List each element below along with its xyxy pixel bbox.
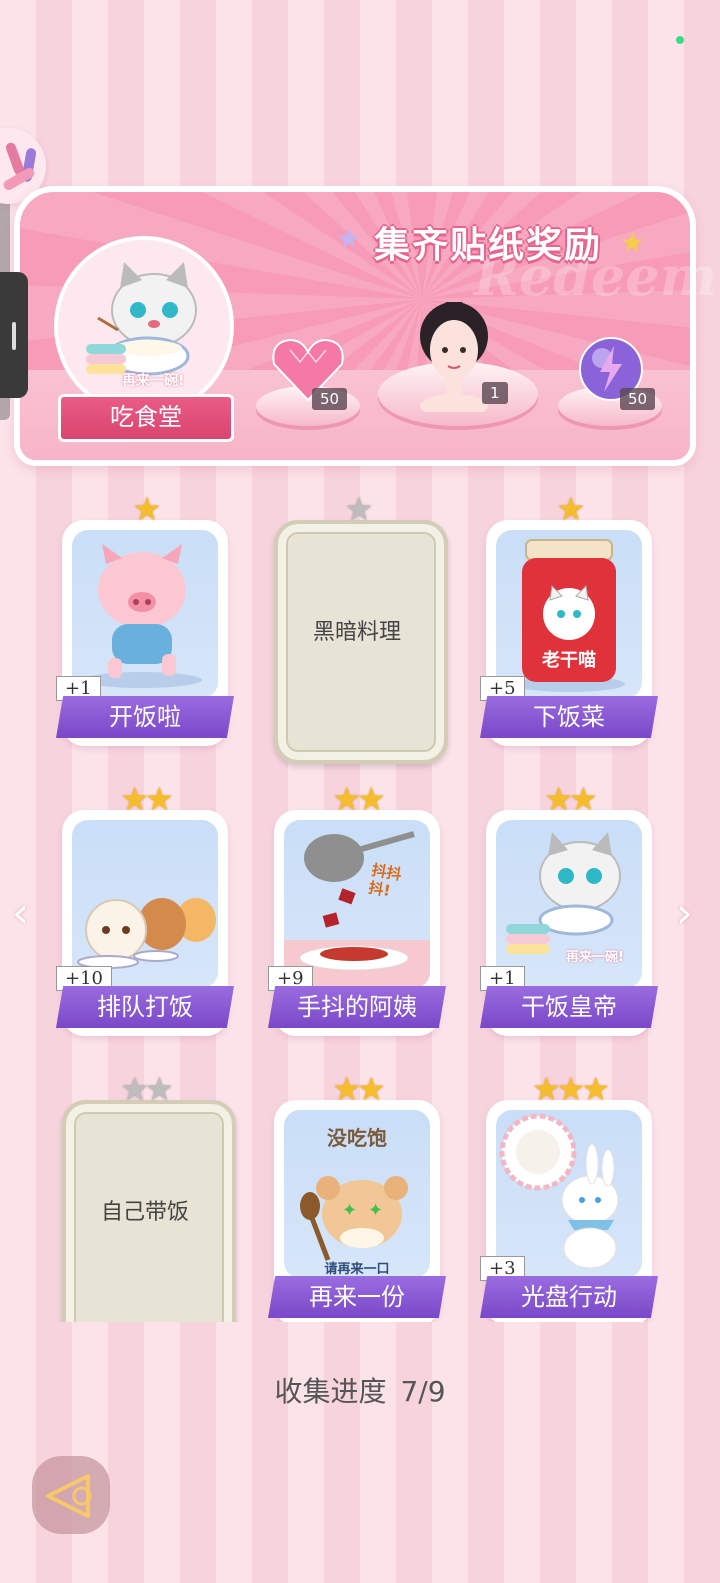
card-label: 黑暗料理 <box>312 620 401 645</box>
sticker-card-locked[interactable]: 自己带饭 ★★ <box>62 1072 236 1322</box>
sticker-card[interactable]: ★★★ +3 光盘行动 <box>480 1072 658 1322</box>
jar-label-text: 老干喵 <box>542 650 596 671</box>
card-label: 排队打饭 <box>56 986 234 1028</box>
star-icon: ★ <box>620 226 646 259</box>
cats-queue-art <box>72 820 218 988</box>
star-icon: ★ <box>344 490 374 528</box>
sticker-card[interactable]: 抖抖抖! ★★ +9 手抖的阿姨 <box>268 782 446 1036</box>
star-icon: ★ <box>332 780 361 818</box>
chili-jar-art <box>496 530 642 698</box>
star-icon: ★ <box>357 1070 386 1108</box>
star-icon: ★ <box>556 1070 586 1108</box>
sticker-card[interactable]: 再来一碗! ★★ +1 干饭皇帝 <box>480 782 658 1036</box>
card-label: 光盘行动 <box>480 1276 658 1318</box>
star-icon: ★ <box>336 222 362 255</box>
sticker-card[interactable]: ★ +1 开饭啦 <box>56 492 234 746</box>
card-label: 干饭皇帝 <box>480 986 658 1028</box>
back-arrow-icon <box>46 1474 92 1518</box>
star-icon: ★ <box>357 780 386 818</box>
card-label: 再来一份 <box>268 1276 446 1318</box>
card-stars: ★★ <box>62 1072 228 1106</box>
sticker-card-locked[interactable]: 黑暗料理 ★ <box>274 492 448 764</box>
card-stars: ★★ <box>486 782 652 816</box>
ladle-serving-art <box>284 820 430 988</box>
back-button[interactable] <box>32 1456 110 1534</box>
card-stars: ★★ <box>274 782 440 816</box>
art-caption: 再来一碗! <box>566 950 624 965</box>
art-caption: 请再来一口 <box>324 1262 390 1277</box>
progress-value: 7/9 <box>400 1375 446 1408</box>
running-pig-art <box>72 530 218 698</box>
card-stars: ★★★ <box>486 1072 652 1106</box>
card-label: 下饭菜 <box>480 696 658 738</box>
svg-text:✦: ✦ <box>368 1200 383 1221</box>
star-icon: ★ <box>120 1070 149 1108</box>
star-icon: ★ <box>120 780 149 818</box>
card-row-clip: 自己带饭 ★★ ✦ ✦ 没吃饱 请再来一口 ★★ 再来一份 ★★★ +3 光盘行… <box>0 1060 720 1322</box>
reward-count: 50 <box>312 388 348 410</box>
card-label: 开饭啦 <box>56 696 234 738</box>
banner-title: 集齐贴纸奖励 <box>374 225 603 266</box>
star-icon: ★ <box>581 1070 610 1108</box>
canteen-sticker-text: 再来一碗! <box>122 373 185 389</box>
star-icon: ★ <box>145 780 174 818</box>
canteen-label[interactable]: 吃食堂 <box>58 394 234 442</box>
bunny-plate-art <box>496 1110 642 1278</box>
star-icon: ★ <box>569 780 598 818</box>
star-icon: ★ <box>531 1070 561 1108</box>
sticker-card[interactable]: ✦ ✦ 没吃饱 请再来一口 ★★ 再来一份 <box>268 1072 446 1322</box>
card-stars: ★ <box>274 492 440 526</box>
svg-text:✦: ✦ <box>342 1200 357 1221</box>
collection-progress: 收集进度 7/9 <box>0 1370 720 1410</box>
next-page-arrow-icon[interactable]: › <box>676 888 693 937</box>
sticker-card[interactable]: 老干喵 ★ +5 下饭菜 <box>480 492 658 746</box>
card-stars: ★ <box>62 492 228 526</box>
sticker-reward-banner: Redeem ★ 集齐贴纸奖励 ★ 再来一碗! 吃食堂 50 1 50 <box>14 186 717 466</box>
reward-count: 50 <box>620 388 656 410</box>
side-drawer-handle[interactable] <box>0 272 28 398</box>
star-icon: ★ <box>556 490 586 528</box>
status-dot <box>676 36 684 44</box>
card-stars: ★★ <box>274 1072 440 1106</box>
card-label: 手抖的阿姨 <box>268 986 446 1028</box>
sticker-card[interactable]: ★★ +10 排队打饭 <box>56 782 234 1036</box>
card-stars: ★★ <box>62 782 228 816</box>
prev-page-arrow-icon[interactable]: ‹ <box>12 888 29 937</box>
star-icon: ★ <box>544 780 573 818</box>
card-label: 自己带饭 <box>100 1200 189 1225</box>
star-icon: ★ <box>132 490 162 528</box>
art-caption: 抖抖抖! <box>367 860 403 901</box>
reward-count: 1 <box>482 382 508 404</box>
art-caption: 没吃饱 <box>327 1126 387 1150</box>
star-icon: ★ <box>145 1070 174 1108</box>
progress-label: 收集进度 <box>274 1375 387 1408</box>
card-stars: ★ <box>486 492 652 526</box>
star-icon: ★ <box>332 1070 361 1108</box>
